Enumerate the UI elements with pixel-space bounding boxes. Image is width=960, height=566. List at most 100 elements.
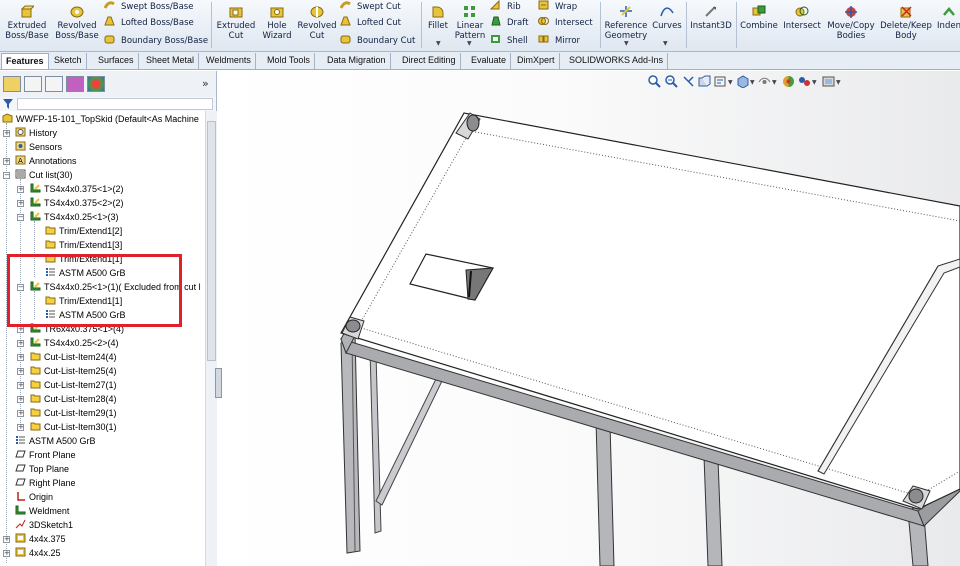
tab-data-migration[interactable]: Data Migration [323,53,391,69]
move-copy-bodies-button[interactable]: Move/Copy Bodies [824,0,878,51]
mirror-button[interactable]: Mirror [538,34,580,48]
tree-item-body[interactable]: Trim/Extend1[2] [45,224,122,238]
tree-item-cut-list-member[interactable]: TS4x4x0.375<1>(2) [30,182,124,196]
history-expander[interactable]: + [3,130,10,137]
dimxpert-manager-tab-icon[interactable] [66,76,84,92]
tree-item-weldment[interactable]: Weldment [15,504,69,518]
panel-splitter-handle[interactable] [215,368,222,398]
tab-mold-tools[interactable]: Mold Tools [263,53,315,69]
zoom-to-fit-icon[interactable] [648,75,661,88]
hide-show-dropdown-icon[interactable]: ▼ [772,79,777,86]
boundary-cut-button[interactable]: Boundary Cut [340,34,415,48]
view-orientation-icon[interactable] [736,75,749,88]
previous-view-icon[interactable] [682,75,695,88]
lofted-cut-button[interactable]: Lofted Cut [340,16,401,30]
tree-item-3dsketch[interactable]: 3DSketch1 [15,518,73,532]
tab-features[interactable]: Features [1,53,49,69]
shell-button[interactable]: Shell [490,34,528,48]
view-settings-icon[interactable] [822,75,835,88]
display-style-dropdown-icon[interactable]: ▼ [750,79,755,86]
tree-filter-input[interactable] [17,98,213,110]
tree-item-history[interactable]: History [15,126,57,140]
tree-item-structural-member[interactable]: 4x4x.25 [15,546,61,560]
section-view-icon[interactable] [698,75,711,88]
tree-item-cut-list-folder[interactable]: Cut-List-Item27(1) [30,378,117,392]
swept-cut-button[interactable]: Swept Cut [340,0,401,14]
item28-expander[interactable]: + [17,396,24,403]
lofted-boss-button[interactable]: Lofted Boss/Base [104,16,194,30]
hole-wizard-button[interactable]: Hole Wizard [257,0,297,51]
scene-dropdown-icon[interactable]: ▼ [812,79,817,86]
display-manager-tab-icon[interactable] [87,76,105,92]
tab-dimxpert[interactable]: DimXpert [513,53,560,69]
graphics-viewport[interactable] [218,71,960,566]
draft-button[interactable]: Draft [490,16,528,30]
edit-appearance-icon[interactable] [782,75,795,88]
tree-item-cut-list-folder[interactable]: Cut-List-Item28(4) [30,392,117,406]
item30-expander[interactable]: + [17,424,24,431]
zoom-to-area-icon[interactable] [665,75,678,88]
tree-root-part[interactable]: WWFP-15-101_TopSkid (Default<As Machine [2,112,199,126]
tree-item-cut-list-folder[interactable]: Cut-List-Item29(1) [30,406,117,420]
item29-expander[interactable]: + [17,410,24,417]
revolved-boss-button[interactable]: Revolved Boss/Base [54,0,100,51]
intersect-button[interactable]: Intersect [538,16,593,30]
item24-expander[interactable]: + [17,354,24,361]
structural-2-expander[interactable]: + [3,550,10,557]
refgeom-dropdown-icon[interactable]: ▼ [624,40,629,47]
tree-item-annotations[interactable]: A Annotations [15,154,77,168]
expand-panel-icon[interactable]: » [202,77,209,90]
indent-button[interactable]: Inden [934,0,960,51]
tab-evaluate[interactable]: Evaluate [467,53,512,69]
tree-item-material[interactable]: ASTM A500 GrB [15,434,96,448]
member-2-expander[interactable]: + [17,200,24,207]
item25-expander[interactable]: + [17,368,24,375]
tree-item-cut-list-member[interactable]: TS4x4x0.375<2>(2) [30,196,124,210]
extruded-boss-button[interactable]: Extruded Boss/Base [4,0,50,51]
tab-direct-editing[interactable]: Direct Editing [398,53,461,69]
extruded-cut-button[interactable]: Extruded Cut [214,0,258,51]
wrap-button[interactable]: Wrap [538,0,577,14]
combine-button[interactable]: Combine [739,0,779,51]
apply-scene-icon[interactable] [798,75,811,88]
dynamic-annotation-icon[interactable] [714,75,727,88]
configuration-manager-tab-icon[interactable] [45,76,63,92]
tree-item-structural-member[interactable]: 4x4x.375 [15,532,66,546]
curves-dropdown-icon[interactable]: ▼ [663,40,668,47]
property-manager-tab-icon[interactable] [24,76,42,92]
tree-item-cut-list-member[interactable]: TS4x4x0.25<1>(3) [30,210,119,224]
tree-scrollbar[interactable] [205,111,217,566]
tab-surfaces[interactable]: Surfaces [94,53,139,69]
tree-item-sensors[interactable]: Sensors [15,140,62,154]
instant3d-button[interactable]: Instant3D [688,0,734,51]
member-6-expander[interactable]: + [17,340,24,347]
tree-item-top-plane[interactable]: Top Plane [15,462,69,476]
tree-item-cut-list-folder[interactable]: Cut-List-Item24(4) [30,350,117,364]
cut-list-expander[interactable]: − [3,172,10,179]
tree-item-cut-list-member[interactable]: TS4x4x0.25<2>(4) [30,336,119,350]
delete-keep-body-button[interactable]: Delete/Keep Body [879,0,933,51]
pattern-dropdown-icon[interactable]: ▼ [467,40,472,47]
tree-item-right-plane[interactable]: Right Plane [15,476,76,490]
hide-show-items-icon[interactable] [758,75,771,88]
tree-item-body[interactable]: Trim/Extend1[3] [45,238,122,252]
member-1-expander[interactable]: + [17,186,24,193]
member-3-expander[interactable]: − [17,214,24,221]
tab-solidworks-addins[interactable]: SOLIDWORKS Add-Ins [565,53,669,69]
tab-sheet-metal[interactable]: Sheet Metal [142,53,200,69]
view-orientation-dropdown-icon[interactable]: ▼ [728,79,733,86]
tree-item-cut-list-folder[interactable]: Cut-List-Item25(4) [30,364,117,378]
tab-sketch[interactable]: Sketch [50,53,87,69]
tab-weldments[interactable]: Weldments [202,53,256,69]
feature-manager-tab-icon[interactable] [3,76,21,92]
annotations-expander[interactable]: + [3,158,10,165]
tree-scroll-thumb[interactable] [207,121,216,361]
swept-boss-button[interactable]: Swept Boss/Base [104,0,193,14]
fillet-dropdown-icon[interactable]: ▼ [436,40,441,47]
view-settings-dropdown-icon[interactable]: ▼ [836,79,841,86]
rib-button[interactable]: Rib [490,0,521,14]
member-5-expander[interactable]: + [17,326,24,333]
structural-1-expander[interactable]: + [3,536,10,543]
tree-item-origin[interactable]: Origin [15,490,53,504]
tree-item-front-plane[interactable]: Front Plane [15,448,76,462]
